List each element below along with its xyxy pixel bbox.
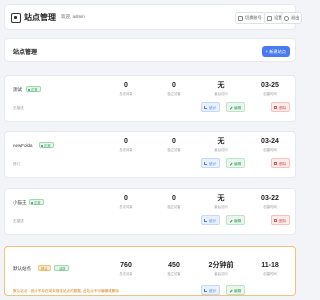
site-description: 修订 <box>13 162 21 166</box>
total-visits-stat: 760 总访问量 <box>119 262 133 276</box>
trash-icon <box>274 162 277 166</box>
site-description: 默认站点 - 统计不存在或未指定站点的数据, 此站点不可编辑或删除 <box>13 289 119 293</box>
view-stats-button[interactable]: 统计 <box>201 215 221 225</box>
status-badge: 正常 <box>39 142 54 148</box>
unique-visitors-stat: 0 独立访客 <box>167 195 181 209</box>
last-visit-stat: 2分钟前 最后访问 <box>208 262 234 276</box>
site-card: newFolda 正常 修订 0 总访问量 0 独立访客 无最后访问 03-24 创建… <box>4 131 296 178</box>
created-date-stat: 03-25 创建时间 <box>261 82 279 96</box>
create-site-button[interactable]: + 新建站点 <box>261 46 290 57</box>
delete-site-button[interactable]: 删除 <box>271 215 291 225</box>
edit-site-button[interactable]: 编辑 <box>226 215 246 225</box>
last-visit-stat: 无最后访问 <box>214 82 228 96</box>
edit-icon <box>228 161 233 166</box>
last-visit-stat: 无最后访问 <box>214 195 228 209</box>
total-visits-stat: 0 总访问量 <box>119 195 133 209</box>
site-card: 测试 正常 无描述 0 总访问量 0 独立访客 无最后访问 03-25 创建时间 统计… <box>4 75 296 122</box>
site-card: 小猫王 正常 无描述 0 总访问量 0 独立访客 无最后访问 03-22 创建时间 统… <box>4 188 296 235</box>
switch-icon <box>238 16 243 21</box>
active-badge: 活跃 <box>54 265 69 271</box>
last-visit-stat: 无最后访问 <box>214 138 228 152</box>
chart-icon <box>204 289 207 293</box>
created-date-stat: 03-22 创建时间 <box>261 195 279 209</box>
site-name: newFolda <box>13 143 33 148</box>
page-header: 站点管理 + 新建站点 <box>4 38 296 62</box>
view-stats-button[interactable]: 统计 <box>201 285 221 295</box>
site-card-default: 默认站点 默认 活跃 760 总访问量 450 独立访客 2分钟前 最后访问 11-1… <box>4 246 296 296</box>
chart-icon <box>204 162 207 166</box>
status-badge: 正常 <box>29 199 44 205</box>
unique-visitors-stat: 450 独立访客 <box>167 262 181 276</box>
total-visits-stat: 0 总访问量 <box>119 138 133 152</box>
app-title: 站点管理 <box>24 13 56 22</box>
delete-site-button[interactable]: 删除 <box>271 158 291 168</box>
status-badge: 正常 <box>26 86 41 92</box>
edit-icon <box>228 218 233 223</box>
gear-icon <box>267 16 272 21</box>
chart-icon <box>204 219 207 223</box>
page-title: 站点管理 <box>13 50 38 56</box>
trash-icon <box>274 219 277 223</box>
unique-visitors-stat: 0 独立访客 <box>167 82 181 96</box>
created-date-stat: 03-24 创建时间 <box>261 138 279 152</box>
default-badge: 默认 <box>38 265 51 271</box>
delete-site-button[interactable]: 删除 <box>271 102 291 112</box>
edit-site-button[interactable]: 编辑 <box>226 102 246 112</box>
site-description: 无描述 <box>13 106 24 110</box>
top-bar: 站点管理 欢迎, admin 切换账号 设置 退出 <box>4 4 303 30</box>
created-date-stat: 11-18 创建时间 <box>261 262 279 276</box>
welcome-text: 欢迎, admin <box>61 14 85 19</box>
site-name: 小猫王 <box>13 200 27 205</box>
view-stats-button[interactable]: 统计 <box>201 102 221 112</box>
edit-icon <box>228 105 233 110</box>
switch-account-button[interactable]: 切换账号 <box>235 12 266 24</box>
logout-button[interactable]: 退出 <box>281 12 303 24</box>
edit-site-button[interactable]: 编辑 <box>226 285 246 295</box>
view-stats-button[interactable]: 统计 <box>201 158 221 168</box>
edit-site-button[interactable]: 编辑 <box>226 158 246 168</box>
site-description: 无描述 <box>13 219 24 223</box>
logout-icon <box>284 16 289 21</box>
total-visits-stat: 0 总访问量 <box>119 82 133 96</box>
trash-icon <box>274 106 277 110</box>
chart-icon <box>204 106 207 110</box>
site-logo-icon <box>11 13 21 23</box>
unique-visitors-stat: 0 独立访客 <box>167 138 181 152</box>
edit-icon <box>228 288 233 293</box>
site-name: 默认站点 <box>13 266 31 271</box>
site-name: 测试 <box>13 87 22 92</box>
